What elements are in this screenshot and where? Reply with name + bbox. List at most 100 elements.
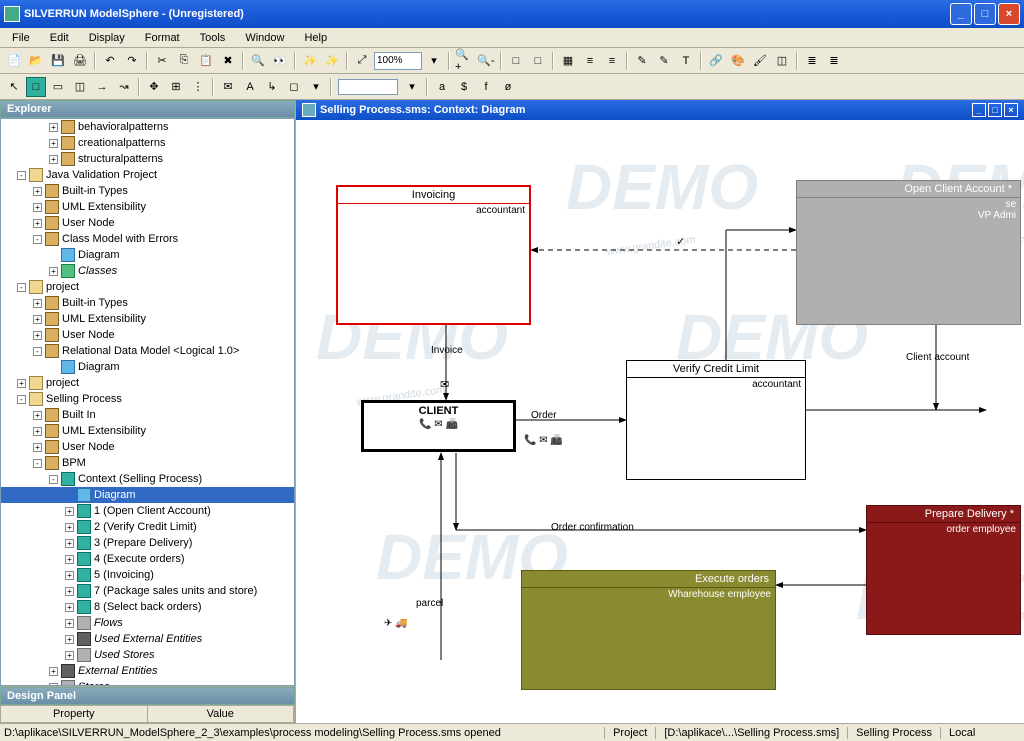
tree-item[interactable]: +behavioralpatterns bbox=[1, 119, 294, 135]
tree-item[interactable]: +creationalpatterns bbox=[1, 135, 294, 151]
tree-expander-icon[interactable]: - bbox=[33, 459, 42, 468]
tree-expander-icon[interactable]: + bbox=[33, 203, 42, 212]
delete-icon[interactable]: ✖ bbox=[218, 51, 238, 71]
zoomin-icon[interactable]: 🔍+ bbox=[454, 51, 474, 71]
tree-item[interactable]: +Built In bbox=[1, 407, 294, 423]
tree-item[interactable]: -Context (Selling Process) bbox=[1, 471, 294, 487]
tree-expander-icon[interactable]: + bbox=[33, 187, 42, 196]
tree-expander-icon[interactable]: - bbox=[17, 395, 26, 404]
paste-icon[interactable]: 📋 bbox=[196, 51, 216, 71]
tree-item[interactable]: +4 (Execute orders) bbox=[1, 551, 294, 567]
shape-icon[interactable]: ◻ bbox=[284, 77, 304, 97]
tree-expander-icon[interactable]: - bbox=[17, 171, 26, 180]
tree-item[interactable]: +Flows bbox=[1, 615, 294, 631]
cut-icon[interactable]: ✂ bbox=[152, 51, 172, 71]
marker2-icon[interactable]: ✎ bbox=[654, 51, 674, 71]
close-button[interactable]: × bbox=[998, 3, 1020, 25]
tree-item[interactable]: +User Node bbox=[1, 439, 294, 455]
copy-icon[interactable]: ⎘ bbox=[174, 51, 194, 71]
tree-item[interactable]: +Used External Entities bbox=[1, 631, 294, 647]
tree-item[interactable]: +1 (Open Client Account) bbox=[1, 503, 294, 519]
value-column[interactable]: Value bbox=[148, 706, 295, 722]
zoom-dropdown-icon[interactable]: ▾ bbox=[424, 51, 444, 71]
zoomout-icon[interactable]: 🔍- bbox=[476, 51, 496, 71]
line-dd-icon[interactable]: ▾ bbox=[402, 77, 422, 97]
redo-icon[interactable]: ↷ bbox=[122, 51, 142, 71]
open-icon[interactable]: 📂 bbox=[26, 51, 46, 71]
wand2-icon[interactable]: ✨ bbox=[322, 51, 342, 71]
node-prepare-delivery[interactable]: Prepare Delivery * order employee bbox=[866, 505, 1021, 635]
tree-item[interactable]: +8 (Select back orders) bbox=[1, 599, 294, 615]
tree-item[interactable]: Diagram bbox=[1, 247, 294, 263]
tree-expander-icon[interactable]: + bbox=[33, 315, 42, 324]
s-icon[interactable]: $ bbox=[454, 77, 474, 97]
entity-icon[interactable]: □ bbox=[26, 77, 46, 97]
text2-icon[interactable]: A bbox=[240, 77, 260, 97]
wand-icon[interactable]: ✨ bbox=[300, 51, 320, 71]
a-icon[interactable]: a bbox=[432, 77, 452, 97]
connector-icon[interactable]: ↳ bbox=[262, 77, 282, 97]
marker-icon[interactable]: ✎ bbox=[632, 51, 652, 71]
tree-item[interactable]: -Selling Process bbox=[1, 391, 294, 407]
tree-item[interactable]: +project bbox=[1, 375, 294, 391]
tree-expander-icon[interactable]: - bbox=[49, 475, 58, 484]
doc-close-button[interactable]: × bbox=[1004, 103, 1018, 117]
tree-item[interactable]: +Stores bbox=[1, 679, 294, 686]
tree-expander-icon[interactable]: + bbox=[49, 155, 58, 164]
tree-expander-icon[interactable]: + bbox=[49, 123, 58, 132]
tree-item[interactable]: +Built-in Types bbox=[1, 295, 294, 311]
tree-expander-icon[interactable]: + bbox=[65, 603, 74, 612]
print-icon[interactable]: 🖨 bbox=[70, 51, 90, 71]
menu-edit[interactable]: Edit bbox=[42, 30, 77, 46]
shape-dd-icon[interactable]: ▾ bbox=[306, 77, 326, 97]
tree-expander-icon[interactable]: - bbox=[33, 235, 42, 244]
line-style-input[interactable] bbox=[338, 79, 398, 95]
node-client[interactable]: CLIENT 📞 ✉ 📠 bbox=[361, 400, 516, 452]
maximize-button[interactable]: □ bbox=[974, 3, 996, 25]
flow-icon[interactable]: → bbox=[92, 77, 112, 97]
tree-item[interactable]: +User Node bbox=[1, 215, 294, 231]
tree-item[interactable]: +7 (Package sales units and store) bbox=[1, 583, 294, 599]
f-icon[interactable]: f bbox=[476, 77, 496, 97]
tree-expander-icon[interactable]: + bbox=[65, 507, 74, 516]
tree-expander-icon[interactable]: + bbox=[65, 571, 74, 580]
list2-icon[interactable]: ≣ bbox=[824, 51, 844, 71]
colorline-icon[interactable]: 🖌 bbox=[750, 51, 770, 71]
tree-item[interactable]: -project bbox=[1, 279, 294, 295]
tree-expander-icon[interactable]: + bbox=[33, 331, 42, 340]
node-invoicing[interactable]: Invoicing accountant bbox=[336, 185, 531, 325]
zoom-input[interactable] bbox=[374, 52, 422, 70]
pointer-icon[interactable]: ↖ bbox=[4, 77, 24, 97]
tree-expander-icon[interactable]: + bbox=[65, 555, 74, 564]
new-icon[interactable]: 📄 bbox=[4, 51, 24, 71]
tree-expander-icon[interactable]: + bbox=[65, 539, 74, 548]
list1-icon[interactable]: ≣ bbox=[802, 51, 822, 71]
process-icon[interactable]: ▭ bbox=[48, 77, 68, 97]
tree-item[interactable]: -BPM bbox=[1, 455, 294, 471]
fit-icon[interactable]: ⤢ bbox=[352, 51, 372, 71]
tree-expander-icon[interactable]: + bbox=[33, 411, 42, 420]
tree-item[interactable]: +User Node bbox=[1, 327, 294, 343]
tree-expander-icon[interactable]: - bbox=[17, 283, 26, 292]
tree-item[interactable]: +structuralpatterns bbox=[1, 151, 294, 167]
tree-expander-icon[interactable]: + bbox=[33, 443, 42, 452]
tree-expander-icon[interactable]: + bbox=[65, 651, 74, 660]
tree-item[interactable]: +Used Stores bbox=[1, 647, 294, 663]
tree-item[interactable]: +UML Extensibility bbox=[1, 199, 294, 215]
overlay-icon[interactable]: ◫ bbox=[772, 51, 792, 71]
tree-expander-icon[interactable]: + bbox=[65, 523, 74, 532]
tree-item[interactable]: Diagram bbox=[1, 487, 294, 503]
snap-icon[interactable]: ⋮ bbox=[188, 77, 208, 97]
tree-expander-icon[interactable]: + bbox=[65, 587, 74, 596]
tree-item[interactable]: +3 (Prepare Delivery) bbox=[1, 535, 294, 551]
explorer-tree[interactable]: +behavioralpatterns+creationalpatterns+s… bbox=[0, 118, 295, 686]
tree-expander-icon[interactable]: + bbox=[33, 299, 42, 308]
store-icon[interactable]: ◫ bbox=[70, 77, 90, 97]
grid2-icon[interactable]: ⊞ bbox=[166, 77, 186, 97]
menu-file[interactable]: File bbox=[4, 30, 38, 46]
menu-help[interactable]: Help bbox=[296, 30, 335, 46]
minimize-button[interactable]: _ bbox=[950, 3, 972, 25]
tree-expander-icon[interactable]: + bbox=[33, 219, 42, 228]
align2-icon[interactable]: ≡ bbox=[602, 51, 622, 71]
property-column[interactable]: Property bbox=[1, 706, 148, 722]
